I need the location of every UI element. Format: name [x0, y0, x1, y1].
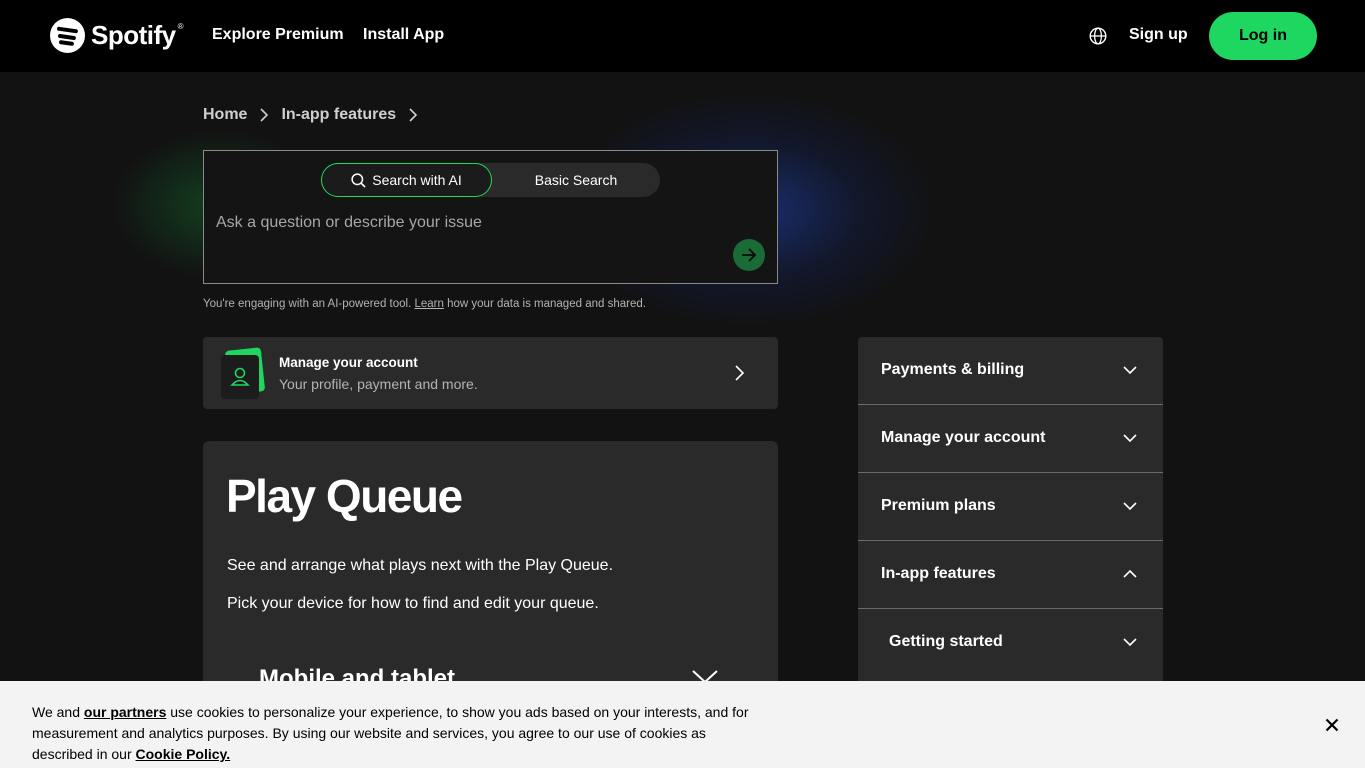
manage-account-title: Manage your account [279, 355, 418, 370]
login-button[interactable]: Log in [1209, 12, 1317, 60]
chevron-down-icon [1123, 638, 1137, 647]
search-with-ai-label: Search with AI [372, 172, 462, 188]
manage-account-card[interactable]: Manage your account Your profile, paymen… [203, 337, 778, 409]
sidebar-item-payments-billing[interactable]: Payments & billing [858, 337, 1163, 405]
article-instruction: Pick your device for how to find and edi… [227, 595, 599, 612]
sidebar-item-manage-account[interactable]: Manage your account [858, 405, 1163, 473]
close-icon[interactable] [1325, 718, 1339, 732]
help-topics-sidebar: Payments & billing Manage your account P… [858, 337, 1163, 697]
nav-explore-premium[interactable]: Explore Premium [212, 26, 344, 44]
cookie-text-start: We and [32, 704, 80, 720]
search-icon [351, 172, 366, 188]
our-partners-link[interactable]: our partners [84, 704, 166, 720]
globe-icon[interactable] [1089, 27, 1107, 45]
basic-search-tab[interactable]: Basic Search [492, 163, 660, 197]
sidebar-item-label: In-app features [881, 565, 996, 582]
chevron-right-icon [409, 108, 418, 122]
spotify-logo[interactable]: Spotify ® [50, 18, 184, 53]
learn-link[interactable]: Learn [414, 298, 443, 310]
ask-question-input[interactable] [216, 211, 736, 235]
signup-link[interactable]: Sign up [1129, 26, 1188, 44]
chevron-right-icon [260, 108, 269, 122]
ai-disclaimer: You're engaging with an AI-powered tool.… [203, 298, 646, 310]
page-title: Play Queue [226, 470, 463, 522]
breadcrumb-in-app-features[interactable]: In-app features [281, 106, 396, 124]
submit-question-button[interactable] [733, 239, 765, 271]
account-icon [221, 347, 265, 399]
disclaimer-text-end: how your data is managed and shared. [447, 298, 646, 310]
sidebar-subitem-label: Getting started [889, 633, 1003, 650]
sidebar-subitem-getting-started[interactable]: Getting started [858, 609, 1163, 677]
search-with-ai-tab[interactable]: Search with AI [321, 163, 492, 197]
sidebar-item-in-app-features[interactable]: In-app features [858, 541, 1163, 609]
sidebar-item-label: Payments & billing [881, 361, 1025, 378]
cookie-policy-link[interactable]: Cookie Policy. [136, 746, 231, 762]
breadcrumb: Home In-app features [203, 106, 418, 124]
sidebar-item-premium-plans[interactable]: Premium plans [858, 473, 1163, 541]
sidebar-item-label: Manage your account [881, 429, 1046, 446]
breadcrumb-home[interactable]: Home [203, 106, 247, 124]
cookie-banner: We and our partners use cookies to perso… [0, 681, 1365, 768]
chevron-up-icon [1123, 569, 1137, 578]
search-mode-toggle: Search with AI Basic Search [321, 163, 660, 197]
sidebar-item-label: Premium plans [881, 497, 996, 514]
chevron-down-icon [1123, 434, 1137, 443]
article-intro: See and arrange what plays next with the… [227, 557, 614, 574]
registered-mark: ® [177, 22, 184, 31]
chevron-down-icon [1123, 366, 1137, 375]
chevron-right-icon [735, 365, 745, 381]
top-navigation: Spotify ® Explore Premium Install App Si… [0, 0, 1365, 72]
disclaimer-text: You're engaging with an AI-powered tool. [203, 298, 412, 310]
nav-install-app[interactable]: Install App [363, 26, 444, 44]
ai-search-box: Search with AI Basic Search [203, 150, 778, 284]
spotify-icon [50, 18, 85, 53]
chevron-down-icon [1123, 502, 1137, 511]
cookie-text: We and our partners use cookies to perso… [32, 702, 762, 765]
manage-account-subtitle: Your profile, payment and more. [279, 376, 478, 392]
arrow-right-icon [742, 248, 757, 262]
brand-name: Spotify [91, 20, 176, 50]
